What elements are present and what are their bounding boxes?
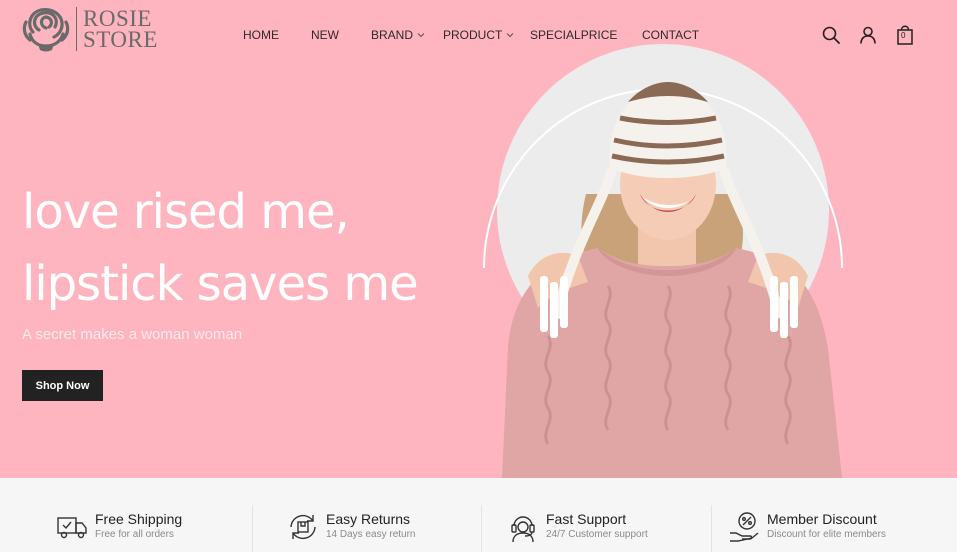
store-logo[interactable]: ROSIE STORE bbox=[22, 6, 158, 52]
nav-label: SPECIALPRICE bbox=[530, 28, 618, 42]
nav-label: BRAND bbox=[371, 28, 414, 42]
site-header: ROSIE STORE HOME NEW BRAND PRODUCT SPECI… bbox=[0, 0, 957, 72]
search-icon bbox=[822, 26, 840, 44]
nav-item-new[interactable]: NEW bbox=[311, 28, 339, 42]
truck-icon bbox=[57, 517, 87, 539]
feature-divider bbox=[711, 505, 712, 552]
nav-item-specialprice[interactable]: SPECIALPRICE bbox=[530, 28, 617, 42]
feature-fast-support: Fast Support 24/7 Customer support bbox=[507, 511, 648, 543]
logo-divider bbox=[76, 7, 77, 51]
return-box-icon bbox=[290, 514, 316, 540]
header-icons: 0 bbox=[821, 24, 915, 46]
feature-desc: Free for all orders bbox=[95, 529, 174, 540]
nav-item-contact[interactable]: CONTACT bbox=[642, 28, 699, 42]
logo-line1: ROSIE bbox=[83, 6, 152, 31]
feature-desc: Discount for elite members bbox=[767, 529, 886, 540]
hero-title-line1: love rised me, bbox=[22, 184, 350, 240]
logo-text: ROSIE STORE bbox=[83, 6, 158, 52]
account-button[interactable] bbox=[858, 24, 878, 46]
nav-label: PRODUCT bbox=[443, 28, 503, 42]
chevron-down-icon bbox=[506, 33, 514, 38]
nav-item-product[interactable]: PRODUCT bbox=[443, 28, 514, 42]
shop-now-button[interactable]: Shop Now bbox=[22, 370, 103, 401]
discount-hand-icon bbox=[730, 512, 759, 542]
hero-title-line2: lipstick saves me bbox=[22, 256, 419, 312]
feature-title: Fast Support bbox=[546, 511, 627, 527]
logo-line2: STORE bbox=[83, 27, 158, 52]
feature-free-shipping: Free Shipping Free for all orders bbox=[56, 511, 182, 543]
nav-item-brand[interactable]: BRAND bbox=[371, 28, 425, 42]
features-bar: Free Shipping Free for all orders Easy R… bbox=[0, 478, 957, 552]
search-button[interactable] bbox=[821, 24, 841, 46]
rose-logo-icon bbox=[22, 8, 70, 52]
nav-label: CONTACT bbox=[642, 28, 700, 42]
feature-divider bbox=[252, 505, 253, 552]
hero-title: love rised me, lipstick saves me bbox=[22, 176, 419, 320]
feature-desc: 24/7 Customer support bbox=[546, 529, 648, 540]
hero-subtitle: A secret makes a woman woman bbox=[22, 326, 243, 343]
cart-button[interactable]: 0 bbox=[895, 24, 915, 46]
feature-divider bbox=[481, 505, 482, 552]
feature-easy-returns: Easy Returns 14 Days easy return bbox=[287, 511, 416, 543]
feature-title: Easy Returns bbox=[326, 511, 411, 527]
hero-model-image bbox=[502, 82, 842, 478]
feature-desc: 14 Days easy return bbox=[326, 529, 416, 540]
nav-label: NEW bbox=[311, 28, 339, 42]
feature-title: Member Discount bbox=[767, 511, 877, 527]
nav-item-home[interactable]: HOME bbox=[243, 28, 279, 42]
feature-member-discount: Member Discount Discount for elite membe… bbox=[728, 511, 886, 543]
chevron-down-icon bbox=[417, 33, 425, 38]
nav-label: HOME bbox=[243, 28, 279, 42]
headset-icon bbox=[511, 516, 535, 543]
cart-count: 0 bbox=[901, 31, 906, 40]
feature-title: Free Shipping bbox=[95, 511, 183, 527]
user-icon bbox=[860, 26, 876, 44]
